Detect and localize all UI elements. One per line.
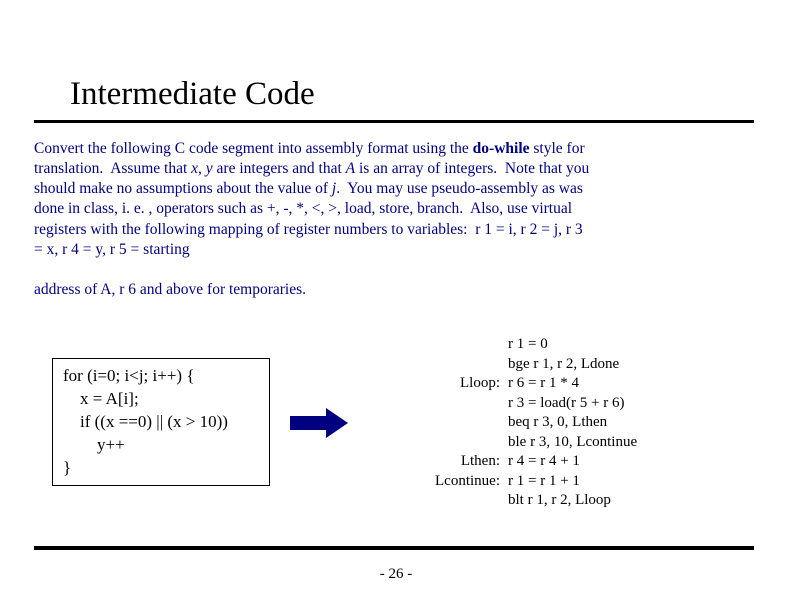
asm-row: Lloop:r 6 = r 1 * 4 — [428, 374, 637, 394]
asm-row: r 3 = load(r 5 + r 6) — [428, 394, 637, 414]
asm-instruction: blt r 1, r 2, Lloop — [508, 491, 611, 511]
asm-instruction: r 1 = 0 — [508, 335, 548, 355]
asm-label — [428, 433, 508, 453]
asm-instruction: beq r 3, 0, Lthen — [508, 413, 607, 433]
slide: Intermediate Code Convert the following … — [0, 0, 792, 612]
asm-label — [428, 335, 508, 355]
asm-instruction: bge r 1, r 2, Ldone — [508, 355, 619, 375]
asm-label: Lthen: — [428, 452, 508, 472]
arrow-shaft — [290, 416, 326, 430]
asm-label: Lcontinue: — [428, 472, 508, 492]
assembly-listing: r 1 = 0bge r 1, r 2, LdoneLloop:r 6 = r … — [428, 335, 637, 511]
asm-row: r 1 = 0 — [428, 335, 637, 355]
asm-label — [428, 394, 508, 414]
title-underline — [34, 120, 754, 123]
asm-row: Lcontinue:r 1 = r 1 + 1 — [428, 472, 637, 492]
arrow-icon — [290, 408, 350, 438]
asm-label — [428, 413, 508, 433]
asm-row: beq r 3, 0, Lthen — [428, 413, 637, 433]
asm-row: bge r 1, r 2, Ldone — [428, 355, 637, 375]
page-number: - 26 - — [0, 566, 792, 583]
asm-label: Lloop: — [428, 374, 508, 394]
c-code-box: for (i=0; i<j; i++) { x = A[i]; if ((x =… — [52, 358, 270, 486]
asm-row: blt r 1, r 2, Lloop — [428, 491, 637, 511]
asm-row: Lthen:r 4 = r 4 + 1 — [428, 452, 637, 472]
asm-instruction: ble r 3, 10, Lcontinue — [508, 433, 637, 453]
asm-label — [428, 491, 508, 511]
asm-instruction: r 1 = r 1 + 1 — [508, 472, 580, 492]
asm-instruction: r 4 = r 4 + 1 — [508, 452, 580, 472]
asm-instruction: r 3 = load(r 5 + r 6) — [508, 394, 624, 414]
bottom-rule — [34, 546, 754, 550]
slide-title: Intermediate Code — [70, 76, 315, 113]
arrow-head — [326, 408, 348, 438]
asm-row: ble r 3, 10, Lcontinue — [428, 433, 637, 453]
asm-instruction: r 6 = r 1 * 4 — [508, 374, 579, 394]
asm-label — [428, 355, 508, 375]
problem-statement: Convert the following C code segment int… — [34, 139, 594, 300]
